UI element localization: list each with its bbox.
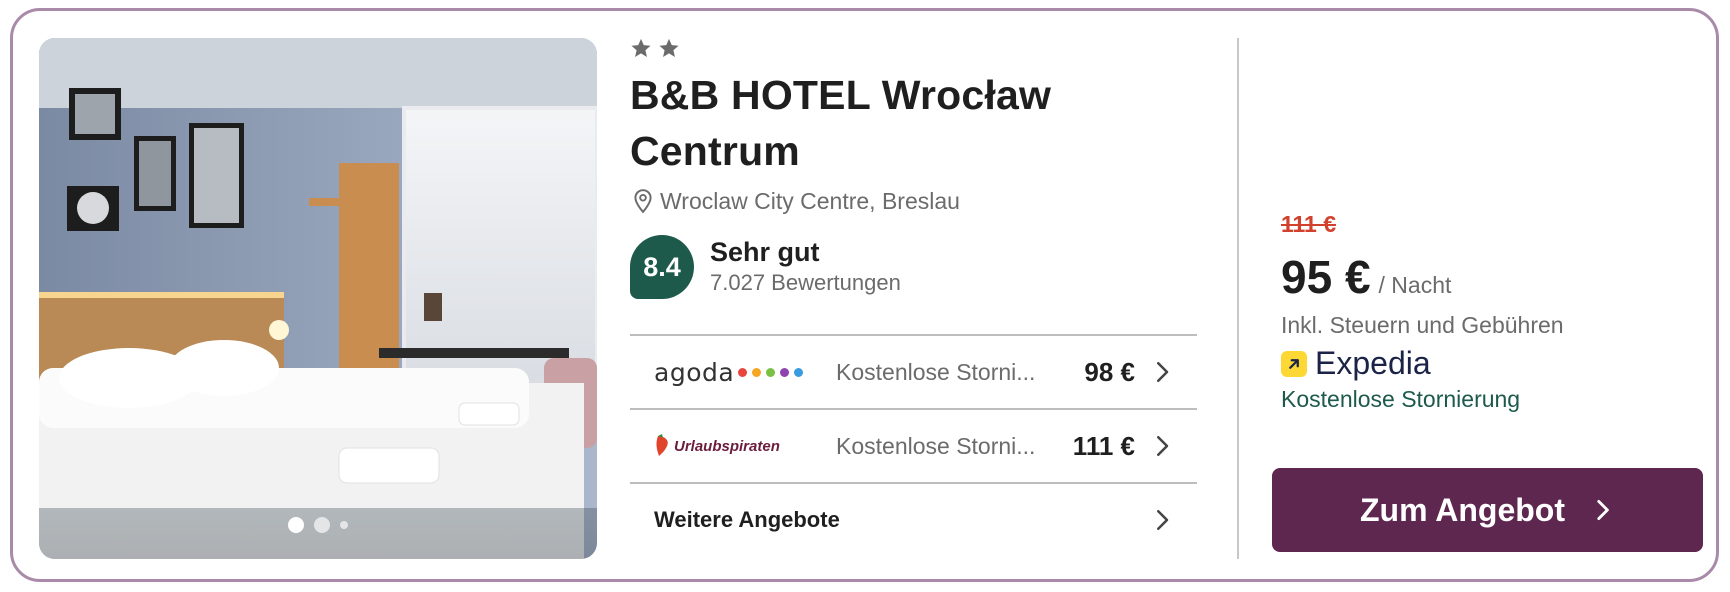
chevron-right-icon xyxy=(1157,362,1169,382)
cta-label: Zum Angebot xyxy=(1360,491,1565,528)
hotel-details: B&B HOTEL Wrocław Centrum Wroclaw City C… xyxy=(630,35,1210,299)
urlaubspiraten-logo-text: Urlaubspiraten xyxy=(674,437,780,455)
map-pin-icon xyxy=(634,189,652,214)
hotel-room-photo xyxy=(39,38,597,559)
rating-text: Sehr gut 7.027 Bewertungen xyxy=(710,236,901,298)
column-divider xyxy=(1237,38,1239,559)
chevron-right-icon xyxy=(1597,499,1609,521)
location-text: Wroclaw City Centre, Breslau xyxy=(660,187,960,214)
best-offer-provider: Expedia xyxy=(1281,345,1701,382)
more-offers-link[interactable]: Weitere Angebote xyxy=(630,482,1197,556)
offer-description: Kostenlose Storni... xyxy=(836,358,1036,385)
rating[interactable]: 8.4 Sehr gut 7.027 Bewertungen xyxy=(630,235,1210,299)
pirate-flag-icon xyxy=(656,434,668,456)
tax-note: Inkl. Steuern und Gebühren xyxy=(1281,312,1564,338)
agoda-logo: agoda xyxy=(654,352,834,392)
offer-description: Kostenlose Storni... xyxy=(836,432,1036,459)
hotel-card[interactable]: B&B HOTEL Wrocław Centrum Wroclaw City C… xyxy=(10,8,1719,582)
carousel-dot-3[interactable] xyxy=(340,521,348,529)
carousel-dot-2[interactable] xyxy=(314,517,330,533)
agoda-logo-text: agoda xyxy=(654,357,735,387)
star-icon xyxy=(631,38,651,57)
chevron-right-icon xyxy=(1157,436,1169,456)
offer-price: 111 € xyxy=(1072,430,1135,461)
best-offer: 111 € 95 € / Nacht Inkl. Steuern und Geb… xyxy=(1281,211,1701,413)
carousel-dots xyxy=(39,517,597,533)
carousel-dot-1[interactable] xyxy=(288,517,304,533)
go-to-offer-button[interactable]: Zum Angebot xyxy=(1272,468,1703,552)
hotel-stars xyxy=(630,35,1210,61)
agoda-dots xyxy=(738,367,804,377)
offer-row-urlaubspiraten[interactable]: Urlaubspiraten Kostenlose Storni... 111 … xyxy=(630,408,1197,482)
cancellation-note: Kostenlose Stornierung xyxy=(1281,386,1521,412)
urlaubspiraten-logo: Urlaubspiraten xyxy=(654,426,834,466)
provider-label: Expedia xyxy=(1315,345,1431,381)
chevron-right-icon xyxy=(1157,510,1169,530)
current-price: 95 € xyxy=(1281,251,1371,303)
old-price: 111 € xyxy=(1281,211,1337,237)
offer-row-agoda[interactable]: agoda Kostenlose Storni... 98 € xyxy=(630,334,1197,408)
review-count: 7.027 Bewertungen xyxy=(710,270,901,295)
offer-price: 98 € xyxy=(1084,356,1135,387)
price-line: 95 € / Nacht xyxy=(1281,250,1701,304)
hotel-name[interactable]: B&B HOTEL Wrocław Centrum xyxy=(630,67,1150,179)
rating-score-badge: 8.4 xyxy=(630,235,694,299)
rating-label: Sehr gut xyxy=(710,237,820,267)
hotel-location: Wroclaw City Centre, Breslau xyxy=(630,187,1210,215)
price-unit: / Nacht xyxy=(1378,272,1452,298)
offer-list: agoda Kostenlose Storni... 98 € Urlaubsp… xyxy=(630,334,1197,556)
star-icon xyxy=(659,38,679,57)
hotel-photo-carousel[interactable] xyxy=(39,38,597,559)
expedia-arrow-icon xyxy=(1281,350,1307,377)
more-offers-label: Weitere Angebote xyxy=(654,507,840,532)
